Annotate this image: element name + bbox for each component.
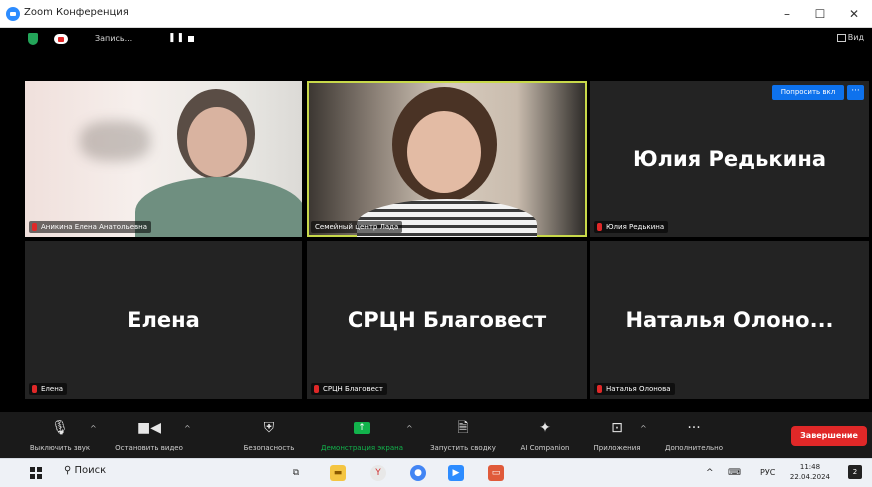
chevron-up-icon[interactable]: ^ <box>406 424 413 433</box>
close-button[interactable]: ✕ <box>840 4 868 24</box>
participant-tile[interactable]: Юлия Редькина Юлия Редькина <box>590 81 869 237</box>
start-summary-label: Запустить сводку <box>430 444 496 452</box>
participant-name: Наталья Олонова <box>606 385 671 393</box>
muted-mic-icon <box>314 385 319 393</box>
shield-icon: ⛨ <box>263 420 275 436</box>
video-camera-icon: ■◀ <box>137 420 161 436</box>
ai-companion-label: AI Companion <box>520 444 570 452</box>
mute-button[interactable]: 🎙 ^ Выключить звук <box>20 412 100 458</box>
zoom-taskbar-icon[interactable]: ▶ <box>448 465 464 481</box>
ellipsis-icon: ··· <box>687 420 701 436</box>
cloud-recording-icon <box>54 34 68 44</box>
participant-name-label: СРЦН Благовест <box>311 383 387 395</box>
security-button[interactable]: ⛨ Безопасность <box>236 412 302 458</box>
participant-face <box>407 111 481 193</box>
participant-name-label: Наталья Олонова <box>594 383 675 395</box>
clock-time: 11:48 <box>799 463 821 471</box>
start-summary-button[interactable]: 🗎 Запустить сводку <box>420 412 506 458</box>
muted-mic-icon <box>32 385 37 393</box>
chevron-up-icon[interactable]: ^ <box>90 424 97 433</box>
microphone-icon: 🎙 <box>51 420 69 436</box>
window-title: Zoom Конференция <box>24 7 129 18</box>
participant-tile[interactable]: Наталья Олоно... Наталья Олонова <box>590 241 869 399</box>
chevron-up-icon[interactable]: ^ <box>184 424 191 433</box>
share-screen-label: Демонстрация экрана <box>321 444 403 452</box>
ai-companion-button[interactable]: ✦ AI Companion <box>510 412 580 458</box>
participant-name-label: Аникина Елена Анатольевна <box>29 221 151 233</box>
participant-name-label: Юлия Редькина <box>594 221 669 233</box>
participant-display-name: Елена <box>127 308 200 332</box>
file-explorer-icon[interactable]: ▬ <box>330 465 346 481</box>
apps-label: Приложения <box>593 444 641 452</box>
search-placeholder: Поиск <box>74 465 107 476</box>
participant-name: Юлия Редькина <box>606 223 665 231</box>
view-label: Вид <box>847 33 864 42</box>
stop-video-label: Остановить видео <box>115 444 183 452</box>
keyboard-icon[interactable]: ⌨ <box>728 468 741 478</box>
window-titlebar: Zoom Конференция – ☐ ✕ <box>0 0 872 28</box>
clock-date: 22.04.2024 <box>789 473 830 481</box>
apps-icon: ⊡ <box>611 420 623 436</box>
participant-name: Елена <box>41 385 64 393</box>
participant-tile-active-speaker[interactable]: Семейный центр Лада <box>307 81 587 237</box>
participant-tile[interactable]: СРЦН Благовест СРЦН Благовест <box>307 241 587 399</box>
task-view-icon[interactable]: ⧉ <box>288 465 304 481</box>
maximize-button[interactable]: ☐ <box>806 4 834 24</box>
participant-name: Семейный центр Лада <box>315 223 399 231</box>
zoom-logo-icon <box>6 7 20 21</box>
notifications-icon[interactable]: 2 <box>848 465 862 479</box>
security-label: Безопасность <box>243 444 295 452</box>
tile-more-options-button[interactable]: ··· <box>847 85 864 100</box>
sparkle-icon: ✦ <box>539 420 551 436</box>
yandex-browser-icon[interactable]: Y <box>370 465 386 481</box>
participant-face <box>187 107 247 177</box>
presentation-app-icon[interactable]: ▭ <box>488 465 504 481</box>
recording-status: Запись... <box>95 34 133 43</box>
participant-tile[interactable]: Аникина Елена Анатольевна <box>25 81 302 237</box>
participant-name: Аникина Елена Анатольевна <box>41 223 147 231</box>
share-screen-icon: ↑ <box>354 422 370 434</box>
stop-recording-button[interactable] <box>188 36 194 42</box>
participant-tile[interactable]: Елена Елена <box>25 241 302 399</box>
participant-shirt <box>135 177 302 237</box>
ask-to-unmute-button[interactable]: Попросить вкл <box>772 85 844 100</box>
participant-display-name: Юлия Редькина <box>632 147 827 171</box>
search-icon: ⚲ <box>64 465 75 476</box>
more-label: Дополнительно <box>664 444 724 452</box>
chrome-icon[interactable]: ● <box>410 465 426 481</box>
muted-mic-icon <box>32 223 37 231</box>
summary-document-icon: 🗎 <box>457 420 469 436</box>
muted-mic-icon <box>597 223 602 231</box>
view-button[interactable]: Вид <box>836 33 864 42</box>
participant-name-label: Елена <box>29 383 68 395</box>
security-shield-icon[interactable] <box>28 33 38 45</box>
windows-start-icon[interactable] <box>30 467 42 479</box>
clock[interactable]: 11:48 22.04.2024 <box>790 462 830 482</box>
meeting-controls-bar: 🎙 ^ Выключить звук ■◀ ^ Остановить видео… <box>0 412 872 458</box>
minimize-button[interactable]: – <box>773 4 801 24</box>
participant-name-label: Семейный центр Лада <box>311 221 403 233</box>
participant-display-name: СРЦН Благовест <box>347 308 547 332</box>
participant-display-name: Наталья Олоно... <box>625 308 834 332</box>
mute-label: Выключить звук <box>29 444 91 452</box>
participant-name: СРЦН Благовест <box>323 385 383 393</box>
pause-recording-button[interactable]: ❚❚ <box>168 33 185 43</box>
background-blur <box>80 121 150 161</box>
grid-icon <box>836 33 846 42</box>
taskbar-search[interactable]: ⚲ Поиск <box>64 465 106 476</box>
apps-button[interactable]: ⊡ ^ Приложения <box>584 412 650 458</box>
language-indicator[interactable]: РУС <box>760 468 775 477</box>
chevron-up-icon[interactable]: ^ <box>640 424 647 433</box>
stop-video-button[interactable]: ■◀ ^ Остановить видео <box>106 412 192 458</box>
end-meeting-button[interactable]: Завершение <box>791 426 867 446</box>
muted-mic-icon <box>597 385 602 393</box>
tray-chevron-icon[interactable]: ^ <box>706 468 714 478</box>
more-button[interactable]: ··· Дополнительно <box>654 412 734 458</box>
share-screen-button[interactable]: ↑ ^ Демонстрация экрана <box>310 412 414 458</box>
windows-taskbar: ⚲ Поиск ⧉ ▬ Y ● ▶ ▭ ^ ⌨ РУС 11:48 22.04.… <box>0 458 872 487</box>
